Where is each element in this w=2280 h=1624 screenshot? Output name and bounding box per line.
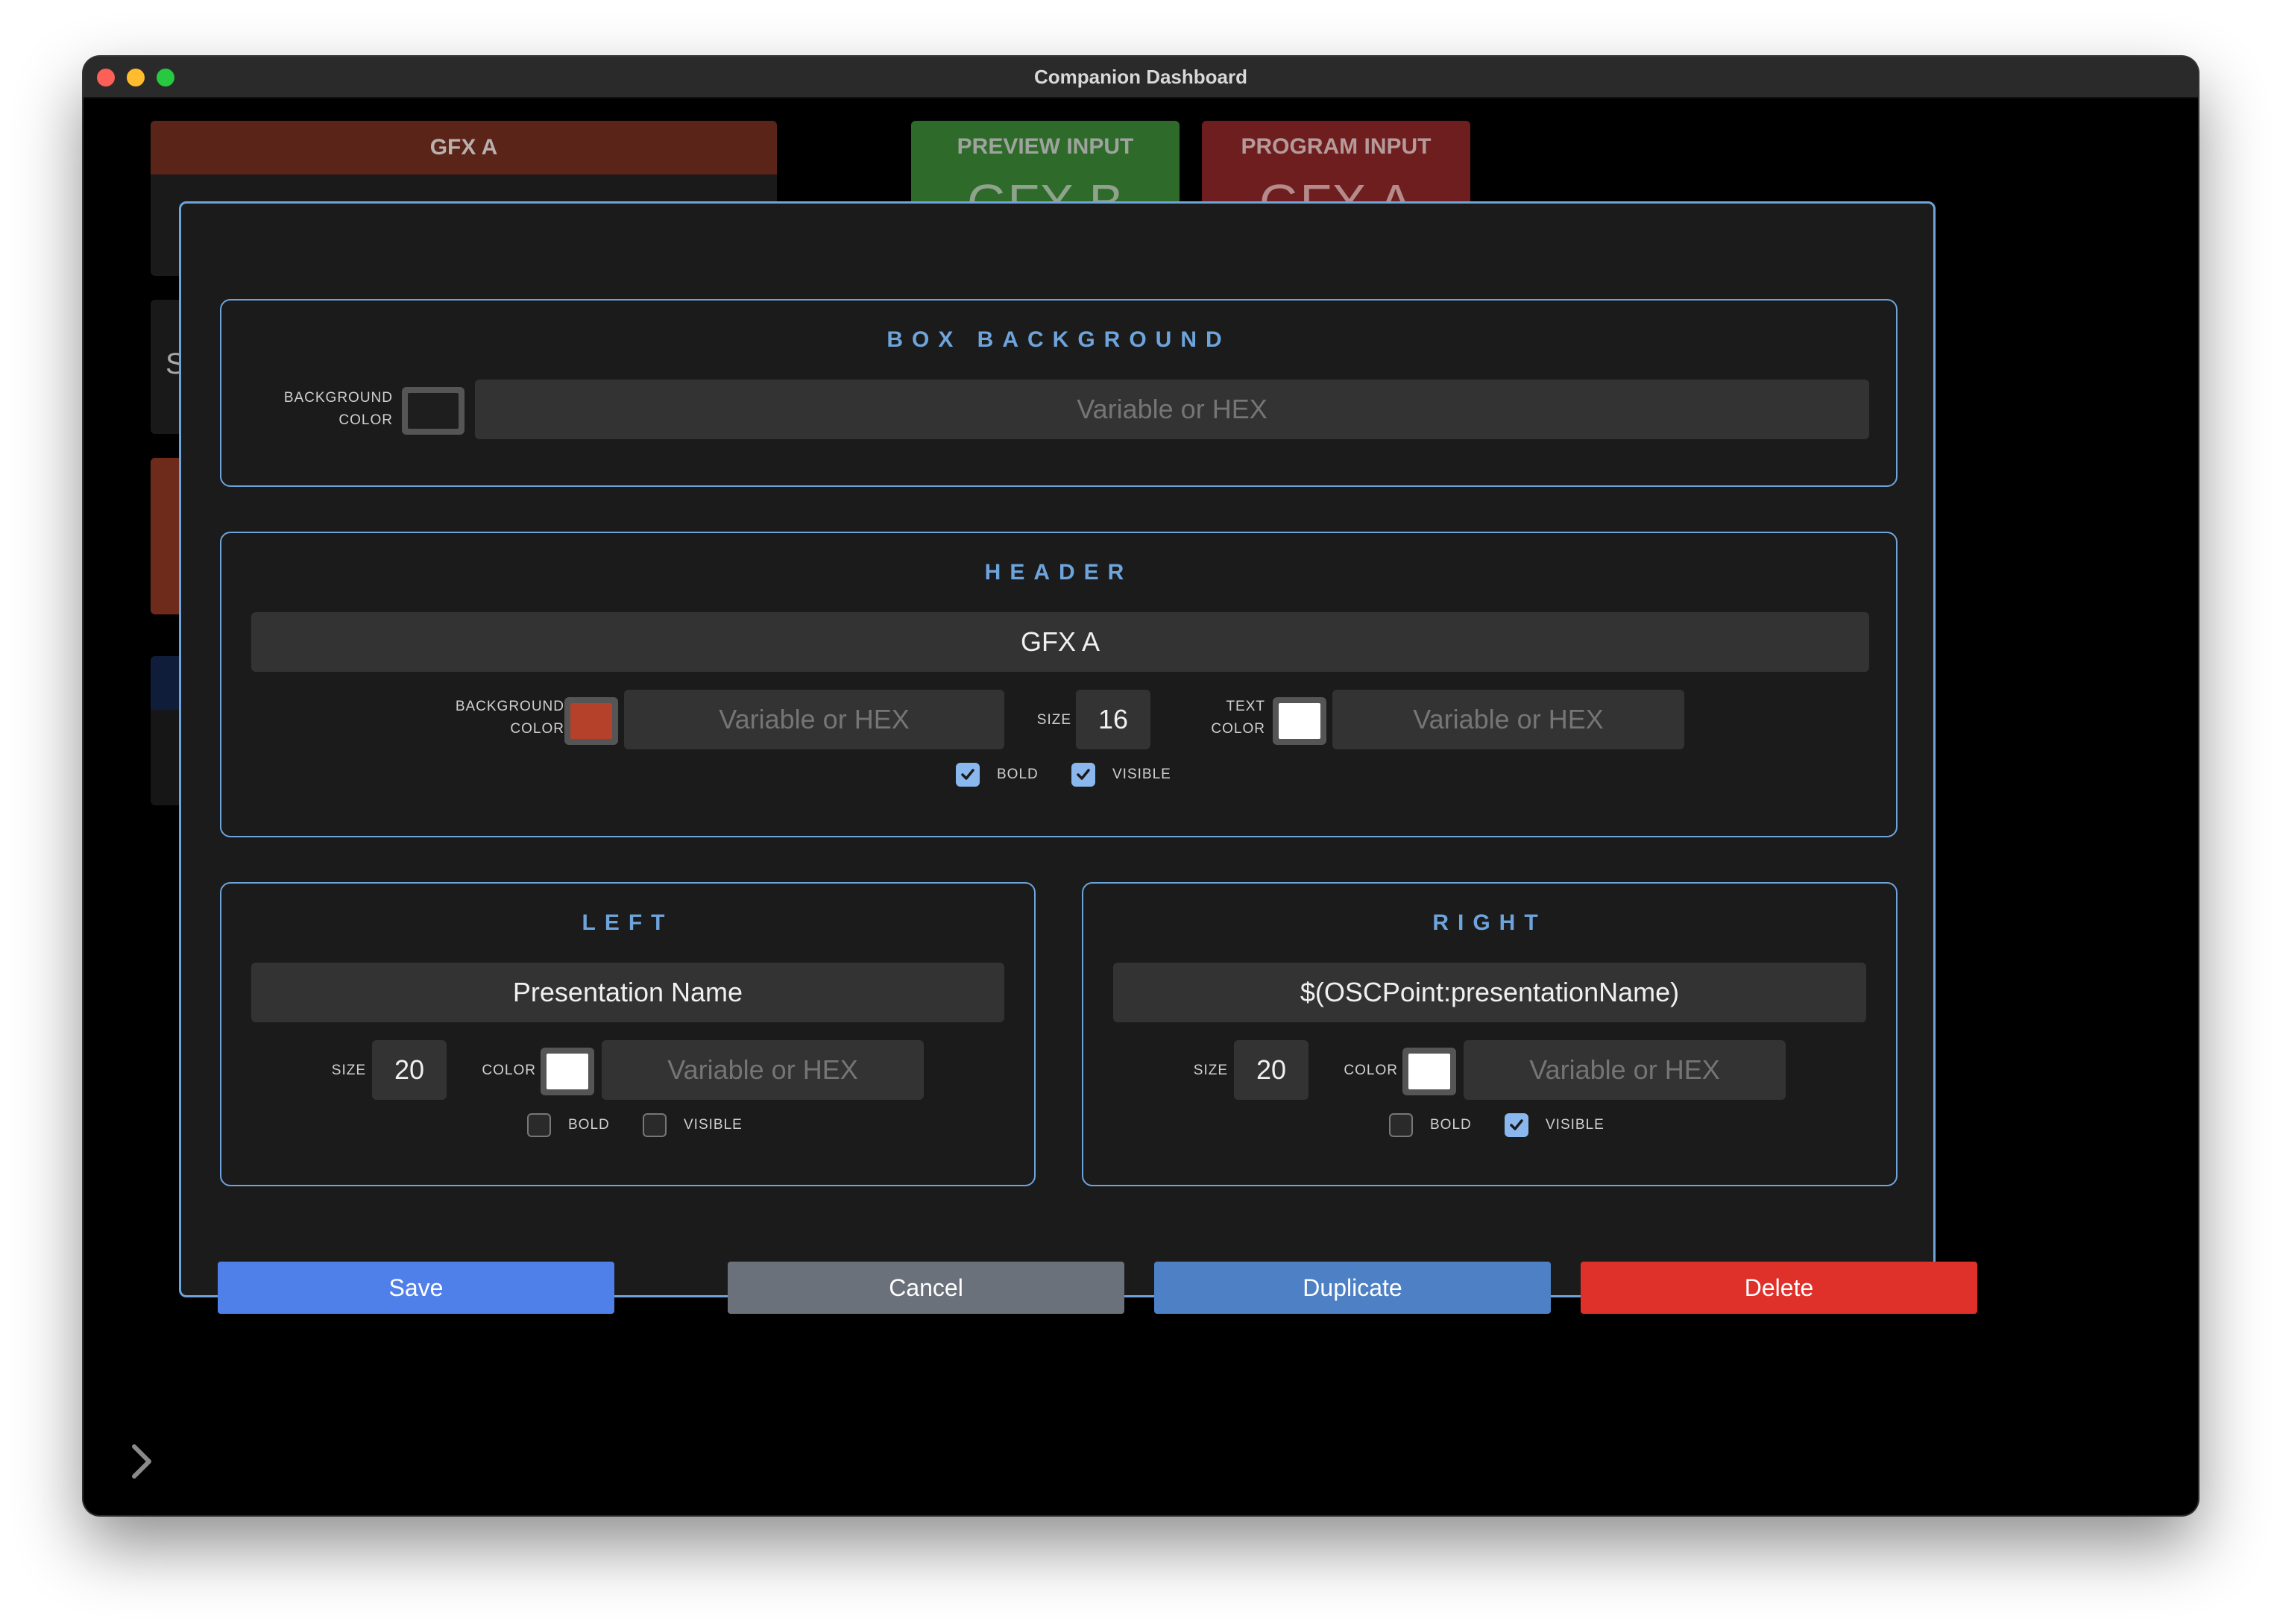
box-background-title: BOX BACKGROUND [887,327,1231,352]
left-color-label: COLOR [482,1063,536,1078]
header-bg-color-swatch[interactable] [564,697,618,745]
right-color-swatch[interactable] [1402,1048,1456,1095]
header-visible-checkbox[interactable] [1071,763,1095,787]
header-visible-label: VISIBLE [1112,767,1171,782]
box-bg-color-swatch[interactable] [402,387,464,435]
window-title: Companion Dashboard [1033,66,1247,88]
chevron-right-icon[interactable] [128,1439,155,1484]
box-bg-color-label: BACKGROUND COLOR [283,390,393,428]
left-color-input[interactable] [602,1040,924,1100]
title-bar: Companion Dashboard [84,57,2198,98]
box-bg-color-input[interactable] [475,380,1869,439]
preview-input-label: PREVIEW INPUT [957,134,1134,159]
program-input-label: PROGRAM INPUT [1241,134,1432,159]
right-size-label: SIZE [1193,1063,1228,1078]
header-text-color-label: TEXT COLOR [1211,699,1265,737]
header-size-input[interactable]: 16 [1076,690,1150,749]
save-button[interactable]: Save [218,1262,614,1314]
right-visible-checkbox[interactable] [1505,1113,1528,1137]
left-bold-label: BOLD [568,1117,610,1133]
box-background-section: BOX BACKGROUND BACKGROUND COLOR [220,299,1898,487]
left-size-label: SIZE [331,1063,366,1078]
right-title: RIGHT [1432,910,1547,935]
edit-graphic-modal: BOX BACKGROUND BACKGROUND COLOR HEADER G… [179,201,1936,1297]
left-section: LEFT Presentation Name SIZE 20 COLOR BOL… [220,882,1036,1186]
right-bold-label: BOLD [1430,1117,1472,1133]
header-bg-color-input[interactable] [624,690,1004,749]
left-visible-checkbox[interactable] [643,1113,667,1137]
header-bold-checkbox[interactable] [956,763,980,787]
right-color-input[interactable] [1464,1040,1786,1100]
left-size-input[interactable]: 20 [372,1040,447,1100]
delete-button[interactable]: Delete [1581,1262,1977,1314]
right-bold-checkbox[interactable] [1389,1113,1413,1137]
left-color-swatch[interactable] [541,1048,594,1095]
left-title: LEFT [582,910,674,935]
left-text-input[interactable]: Presentation Name [251,963,1004,1022]
left-visible-label: VISIBLE [684,1117,743,1133]
right-section: RIGHT $(OSCPoint:presentationName) SIZE … [1082,882,1898,1186]
header-title: HEADER [984,560,1133,585]
header-bold-label: BOLD [997,767,1039,782]
right-size-input[interactable]: 20 [1234,1040,1309,1100]
gfx-a-card-title: GFX A [151,121,777,174]
header-section: HEADER GFX A BACKGROUND COLOR SIZE 16 TE… [220,532,1898,837]
header-text-color-input[interactable] [1332,690,1684,749]
duplicate-button[interactable]: Duplicate [1154,1262,1551,1314]
header-bg-color-label: BACKGROUND COLOR [455,699,564,737]
header-text-color-swatch[interactable] [1273,697,1326,745]
header-size-label: SIZE [1036,712,1071,728]
left-bold-checkbox[interactable] [527,1113,551,1137]
right-text-input[interactable]: $(OSCPoint:presentationName) [1113,963,1866,1022]
right-visible-label: VISIBLE [1546,1117,1604,1133]
right-color-label: COLOR [1344,1063,1398,1078]
cancel-button[interactable]: Cancel [728,1262,1124,1314]
header-text-input[interactable]: GFX A [251,612,1869,672]
